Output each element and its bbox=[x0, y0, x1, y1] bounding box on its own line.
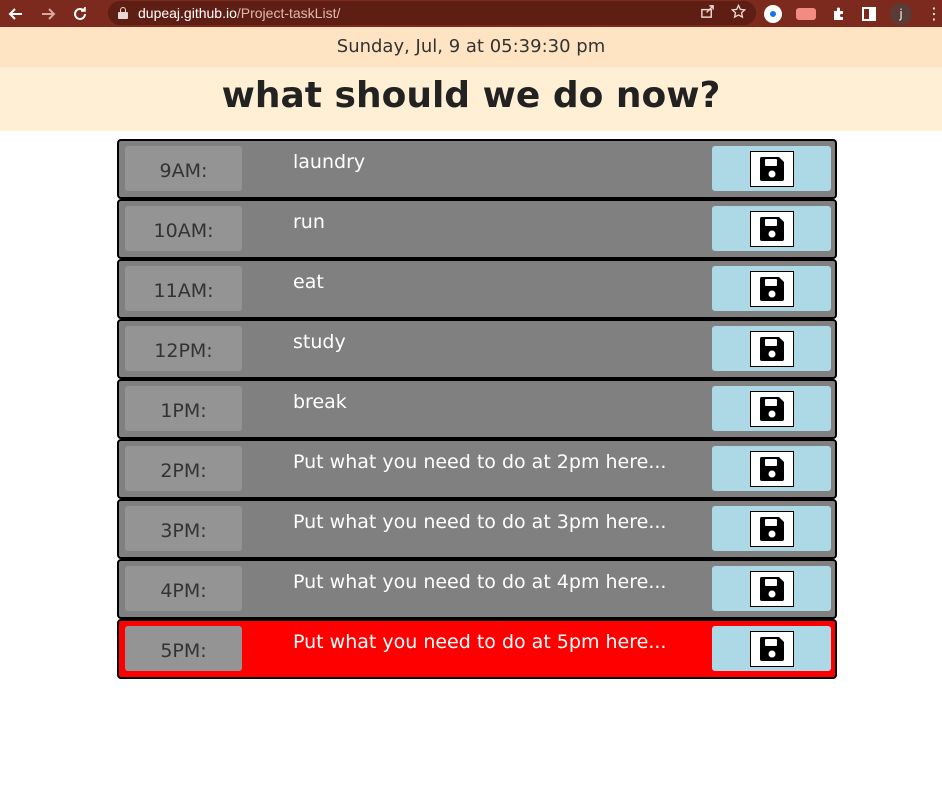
time-block-row: 2PM: Put what you need to do at 2pm here… bbox=[117, 439, 837, 499]
floppy-disk-icon bbox=[759, 336, 784, 361]
save-button[interactable] bbox=[712, 206, 831, 251]
save-button[interactable] bbox=[712, 566, 831, 611]
floppy-disk-icon bbox=[759, 276, 784, 301]
task-description[interactable]: study bbox=[293, 331, 346, 353]
reload-icon bbox=[74, 6, 86, 20]
forward-button[interactable] bbox=[32, 0, 64, 27]
page-title: what should we do now? bbox=[221, 75, 721, 116]
lock-icon bbox=[118, 7, 128, 19]
save-icon-frame bbox=[749, 630, 794, 667]
timeblock-list: 9AM: laundry 10AM: run 11AM: eat 12PM: s… bbox=[117, 139, 837, 679]
save-icon-frame bbox=[749, 570, 794, 607]
floppy-disk-icon bbox=[759, 156, 784, 181]
reload-button[interactable] bbox=[64, 0, 96, 27]
hour-label: 1PM: bbox=[125, 386, 242, 431]
task-description[interactable]: Put what you need to do at 5pm here... bbox=[293, 631, 666, 653]
task-description[interactable]: eat bbox=[293, 271, 324, 293]
url-host: dupeaj.github.io bbox=[138, 5, 237, 21]
time-block-row: 4PM: Put what you need to do at 4pm here… bbox=[117, 559, 837, 619]
task-description[interactable]: Put what you need to do at 4pm here... bbox=[293, 571, 666, 593]
save-button[interactable] bbox=[712, 326, 831, 371]
save-icon-frame bbox=[749, 510, 794, 547]
save-button[interactable] bbox=[712, 266, 831, 311]
browser-toolbar: dupeaj.github.io/Project-taskList/ j ⋮ bbox=[0, 0, 942, 27]
time-block-row: 12PM: study bbox=[117, 319, 837, 379]
save-icon-frame bbox=[749, 210, 794, 247]
forward-arrow-icon bbox=[42, 7, 56, 20]
floppy-disk-icon bbox=[759, 216, 784, 241]
extensions-puzzle-icon[interactable] bbox=[830, 5, 848, 23]
floppy-disk-icon bbox=[759, 636, 784, 661]
time-block-row: 10AM: run bbox=[117, 199, 837, 259]
time-block-row: 1PM: break bbox=[117, 379, 837, 439]
save-icon-frame bbox=[749, 390, 794, 427]
page-header: Sunday, Jul, 9 at 05:39:30 pm what shoul… bbox=[0, 27, 942, 131]
task-description[interactable]: Put what you need to do at 2pm here... bbox=[293, 451, 666, 473]
task-description[interactable]: laundry bbox=[293, 151, 365, 173]
time-block-row: 5PM: Put what you need to do at 5pm here… bbox=[117, 619, 837, 679]
task-description[interactable]: run bbox=[293, 211, 325, 233]
url-path: /Project-taskList/ bbox=[236, 5, 341, 21]
task-description[interactable]: break bbox=[293, 391, 347, 413]
hour-label: 9AM: bbox=[125, 146, 242, 191]
hour-label: 5PM: bbox=[125, 626, 242, 671]
hour-label: 12PM: bbox=[125, 326, 242, 371]
hour-label: 2PM: bbox=[125, 446, 242, 491]
address-bar[interactable]: dupeaj.github.io/Project-taskList/ bbox=[108, 1, 756, 25]
time-block-row: 11AM: eat bbox=[117, 259, 837, 319]
menu-kebab-icon[interactable]: ⋮ bbox=[926, 4, 942, 23]
extension-blue-icon[interactable] bbox=[764, 4, 782, 23]
save-button[interactable] bbox=[712, 386, 831, 431]
back-button[interactable] bbox=[0, 0, 32, 27]
task-description[interactable]: Put what you need to do at 3pm here... bbox=[293, 511, 666, 533]
bookmark-star-icon[interactable] bbox=[730, 3, 747, 22]
hour-label: 4PM: bbox=[125, 566, 242, 611]
side-panel-icon[interactable] bbox=[862, 6, 876, 21]
hour-label: 3PM: bbox=[125, 506, 242, 551]
back-arrow-icon bbox=[8, 7, 22, 20]
time-block-row: 9AM: laundry bbox=[117, 139, 837, 199]
floppy-disk-icon bbox=[759, 576, 784, 601]
hour-label: 10AM: bbox=[125, 206, 242, 251]
save-icon-frame bbox=[749, 150, 794, 187]
current-day: Sunday, Jul, 9 at 05:39:30 pm bbox=[0, 27, 942, 67]
save-button[interactable] bbox=[712, 446, 831, 491]
profile-avatar[interactable]: j bbox=[890, 2, 912, 25]
save-icon-frame bbox=[749, 450, 794, 487]
save-button[interactable] bbox=[712, 146, 831, 191]
save-icon-frame bbox=[749, 270, 794, 307]
extension-record-icon[interactable] bbox=[796, 7, 816, 20]
save-button[interactable] bbox=[712, 506, 831, 551]
hour-label: 11AM: bbox=[125, 266, 242, 311]
time-block-row: 3PM: Put what you need to do at 3pm here… bbox=[117, 499, 837, 559]
share-icon[interactable] bbox=[700, 4, 715, 22]
floppy-disk-icon bbox=[759, 516, 784, 541]
save-icon-frame bbox=[749, 330, 794, 367]
floppy-disk-icon bbox=[759, 396, 784, 421]
save-button[interactable] bbox=[712, 626, 831, 671]
floppy-disk-icon bbox=[759, 456, 784, 481]
